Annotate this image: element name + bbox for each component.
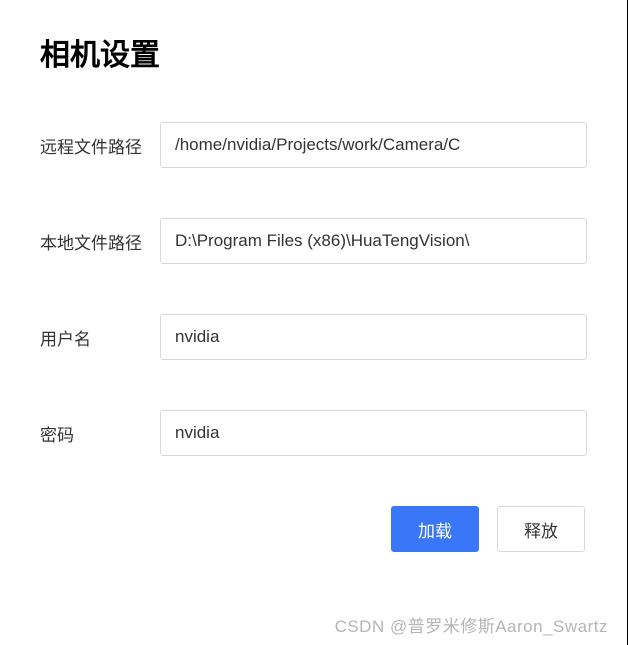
password-input[interactable] xyxy=(160,410,587,456)
username-label: 用户名 xyxy=(40,325,160,350)
username-row: 用户名 xyxy=(40,314,587,360)
release-button[interactable]: 释放 xyxy=(497,506,585,552)
local-path-input[interactable] xyxy=(160,218,587,264)
remote-path-row: 远程文件路径 xyxy=(40,122,587,168)
remote-path-label: 远程文件路径 xyxy=(40,133,160,158)
button-row: 加载 释放 xyxy=(40,506,587,552)
username-input[interactable] xyxy=(160,314,587,360)
remote-path-input[interactable] xyxy=(160,122,587,168)
page-title: 相机设置 xyxy=(40,30,587,74)
password-label: 密码 xyxy=(40,421,160,446)
local-path-label: 本地文件路径 xyxy=(40,229,160,254)
password-row: 密码 xyxy=(40,410,587,456)
settings-panel: 相机设置 远程文件路径 本地文件路径 用户名 密码 加载 释放 xyxy=(0,0,628,645)
load-button[interactable]: 加载 xyxy=(391,506,479,552)
local-path-row: 本地文件路径 xyxy=(40,218,587,264)
